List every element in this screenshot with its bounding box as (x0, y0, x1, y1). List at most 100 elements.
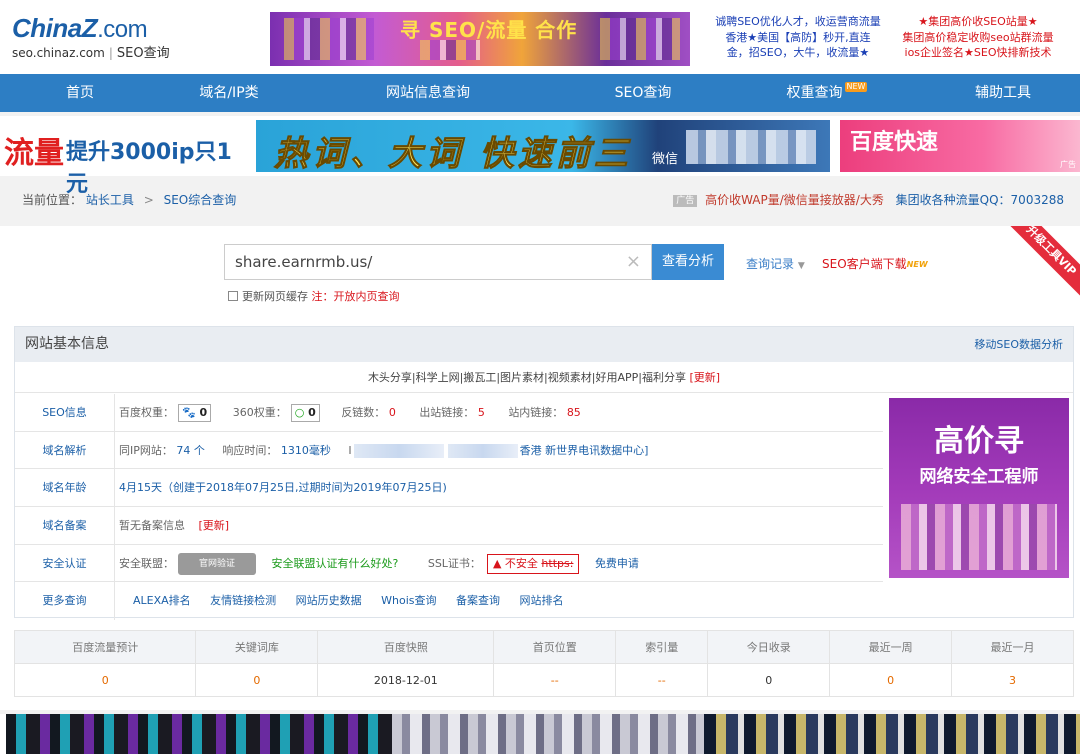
url-input[interactable]: share.earnrmb.us/ × (224, 244, 652, 280)
row-label: 域名年龄 (15, 469, 115, 507)
icp-update-link[interactable]: [更新] (199, 519, 230, 532)
stats-value-row: 0 0 2018-12-01 -- -- 0 0 3 (13, 663, 1074, 697)
stats-month[interactable]: 3 (951, 663, 1074, 697)
top-banner-ad[interactable]: 寻 SEO/流量 合作 (270, 12, 690, 66)
alexa-link[interactable]: ALEXA排名 (133, 594, 191, 607)
row-dns: 域名解析 同IP网站： 74 个 响应时间： 1310毫秒 I 香港 新世界电讯数… (15, 431, 883, 470)
nav-item-site-info[interactable]: 网站信息查询 (298, 74, 558, 112)
cache-option: 更新网页缓存 注：开放内页查询 (228, 288, 400, 304)
nav-item-domain-ip[interactable]: 域名/IP类 (160, 74, 298, 112)
stats-header: 最近一周 (829, 630, 953, 664)
union-verified-badge[interactable]: 官网验证 (178, 552, 256, 575)
site-header: ChinaZ.com seo.chinaz.com | SEO查询 寻 SEO/流量… (0, 0, 1080, 74)
mobile-seo-link[interactable]: 移动SEO数据分析 (974, 327, 1063, 362)
ad-row: 流量 提升3000ip只1元 热词、大词 快速前三 微信 百度快速 广告 (0, 116, 1080, 197)
backlinks-count[interactable]: 0 (389, 406, 396, 419)
stats-today[interactable]: 0 (707, 663, 831, 697)
row-security: 安全认证 安全联盟： 官网验证 安全联盟认证有什么好处? SSL证书： ▲ 不安全 … (15, 544, 883, 583)
row-label: 安全认证 (15, 544, 115, 582)
hotword-ad-text: 热词、大词 快速前三 (274, 134, 632, 173)
top-ad-link[interactable]: 诚聘SEO优化人才，收运营商流量 (706, 14, 890, 30)
logo-domain: seo.chinaz.com (12, 46, 105, 60)
cache-checkbox[interactable] (228, 291, 238, 301)
client-download-link[interactable]: SEO客户端下载NEW (822, 255, 928, 272)
baidu-weight-badge[interactable]: 🐾 0 (178, 404, 212, 422)
stats-header-row: 百度流量预计 关键词库 百度快照 首页位置 索引量 今日收录 最近一周 最近一月 (13, 630, 1074, 664)
stats-week[interactable]: 0 (829, 663, 953, 697)
breadcrumb-home-link[interactable]: 站长工具 (86, 193, 134, 207)
redacted-ip (447, 443, 518, 458)
nav-item-tools[interactable]: 辅助工具 (926, 74, 1080, 112)
360-weight-badge[interactable]: ○ 0 (290, 404, 320, 422)
nav-item-home[interactable]: 首页 (0, 74, 160, 112)
ad-tag: 广告 (1060, 160, 1076, 169)
inlinks-count[interactable]: 85 (567, 406, 581, 419)
360-logo-icon: ○ (294, 406, 305, 419)
domain-age-value[interactable]: 4月15天（创建于2018年07月25日,过期时间为2019年07月25日) (119, 481, 447, 494)
hotword-ad[interactable]: 热词、大词 快速前三 微信 (256, 120, 830, 172)
clear-icon[interactable]: × (626, 245, 641, 279)
top-ad-link[interactable]: 香港★美国【高防】秒开,直连 (706, 30, 890, 46)
vip-ribbon[interactable]: 升级工具VIP (1004, 226, 1080, 298)
icp-query-link[interactable]: 备案查询 (456, 594, 500, 607)
stats-home-position[interactable]: -- (493, 663, 617, 697)
stats-header: 今日收录 (707, 630, 831, 664)
hotword-ad-wx: 微信 (652, 152, 679, 167)
outlinks-count[interactable]: 5 (478, 406, 485, 419)
stats-baidu-traffic[interactable]: 0 (13, 663, 197, 697)
notice-links[interactable]: 木头分享|科学上网|搬瓦工|图片素材|视频素材|好用APP|福利分享 (368, 371, 686, 384)
cache-note: 注：开放内页查询 (311, 290, 400, 303)
row-icp: 域名备案 暂无备案信息 [更新] (15, 507, 883, 545)
stats-keywords[interactable]: 0 (195, 663, 319, 697)
main-nav: 首页 域名/IP类 网站信息查询 SEO查询 权重查询 NEW 辅助工具 (0, 74, 1080, 112)
section-title: 网站基本信息 (25, 336, 109, 352)
whois-link[interactable]: Whois查询 (381, 594, 436, 607)
new-badge: NEW (844, 82, 868, 92)
nav-item-seo[interactable]: SEO查询 (558, 74, 728, 112)
traffic-ad-big: 流量 (4, 136, 64, 171)
top-ad-link[interactable]: ★集团高价收SEO站量★ (894, 14, 1062, 30)
baidu-paw-icon: 🐾 (182, 406, 196, 419)
site-rank-link[interactable]: 网站排名 (520, 594, 564, 607)
analyze-button[interactable]: 查看分析 (652, 244, 724, 280)
same-ip-count[interactable]: 74 个 (176, 444, 205, 457)
side-job-ad[interactable]: 高价寻 网络安全工程师 (889, 398, 1069, 578)
ssl-unsafe-badge[interactable]: ▲ 不安全 https: (486, 553, 580, 574)
url-input-value: share.earnrmb.us/ (235, 253, 373, 271)
row-label: 域名解析 (15, 431, 115, 469)
breadcrumb-qq-link[interactable]: 集团收各种流量QQ：7003288 (896, 193, 1064, 207)
breadcrumb-current-link[interactable]: SEO综合查询 (164, 193, 237, 207)
cache-label: 更新网页缓存 (242, 290, 308, 303)
baidu-fast-ad[interactable]: 百度快速 广告 (840, 120, 1080, 172)
breadcrumb: 当前位置： 站长工具 > SEO综合查询 广告 高价收WAP量/微信量接放器/大… (0, 186, 1080, 214)
stats-index[interactable]: -- (615, 663, 709, 697)
chinaz-logo[interactable]: ChinaZ.com seo.chinaz.com | SEO查询 (12, 14, 170, 62)
friend-link-check-link[interactable]: 友情链接检测 (210, 594, 276, 607)
top-ad-link[interactable]: 集团高价稳定收购seo站群流量 (894, 30, 1062, 46)
notice-update-link[interactable]: [更新] (689, 371, 720, 384)
logo-dotcom: .com (97, 16, 148, 43)
bottom-banner-ad[interactable] (0, 714, 1080, 754)
query-history-dropdown[interactable]: 查询记录 ▼ (746, 255, 805, 272)
top-banner-text: 寻 SEO/流量 合作 (400, 18, 578, 42)
stats-header: 关键词库 (195, 630, 319, 664)
history-data-link[interactable]: 网站历史数据 (296, 594, 362, 607)
stats-baidu-snapshot[interactable]: 2018-12-01 (317, 663, 495, 697)
side-ad-line2: 网络安全工程师 (919, 467, 1039, 487)
notice-bar: 木头分享|科学上网|搬瓦工|图片素材|视频素材|好用APP|福利分享 [更新] (15, 362, 1073, 393)
breadcrumb-ad-link[interactable]: 高价收WAP量/微信量接放器/大秀 (705, 193, 884, 207)
nav-item-weight[interactable]: 权重查询 NEW (728, 74, 926, 112)
ssl-apply-link[interactable]: 免费申请 (595, 557, 639, 570)
site-basic-info: 网站基本信息 移动SEO数据分析 木头分享|科学上网|搬瓦工|图片素材|视频素材… (14, 326, 1074, 621)
row-domain-age: 域名年龄 4月15天（创建于2018年07月25日,过期时间为2019年07月2… (15, 469, 883, 508)
row-more-queries: 更多查询 ALEXA排名 友情链接检测 网站历史数据 Whois查询 备案查询 … (15, 582, 883, 621)
chevron-down-icon: ▼ (797, 261, 805, 271)
ip-location[interactable]: 香港 新世界电讯数据中心] (520, 444, 649, 457)
union-benefit-link[interactable]: 安全联盟认证有什么好处? (272, 557, 399, 570)
top-ad-link[interactable]: 金，招SEO，大牛，收流量★ (706, 45, 890, 61)
stats-header: 百度快照 (317, 630, 495, 664)
row-label: SEO信息 (15, 394, 115, 431)
traffic-ad[interactable]: 流量 提升3000ip只1元 (4, 120, 250, 197)
top-ad-link[interactable]: ios企业签名★SEO快排新技术 (894, 45, 1062, 61)
ad-tag: 广告 (673, 194, 698, 207)
